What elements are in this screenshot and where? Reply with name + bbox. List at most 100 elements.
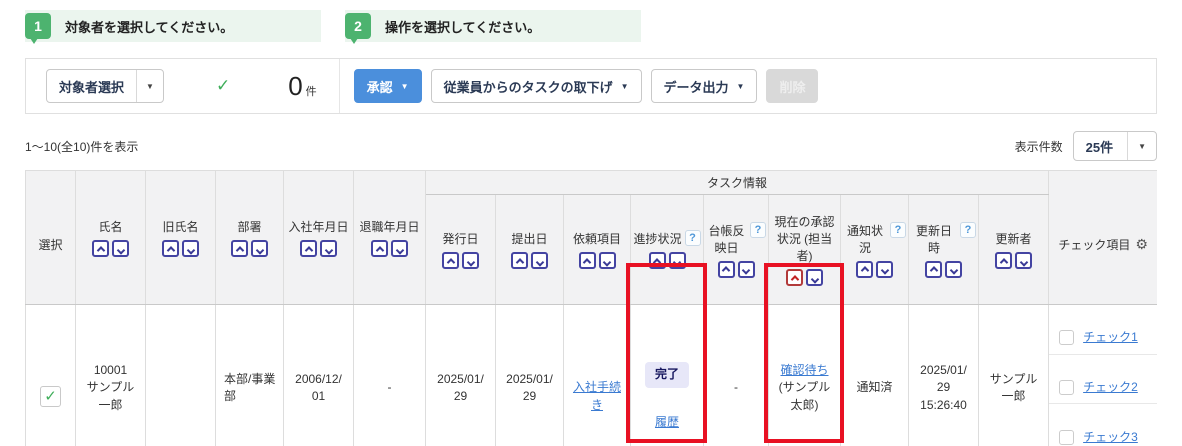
row-checkbox-checked[interactable]: ✓ [40,386,61,408]
old-name-cell [145,303,216,446]
sort-desc-button[interactable] [320,240,337,257]
sort-asc-button[interactable] [442,252,459,269]
approval-status-link[interactable]: 確認待ち [780,363,828,377]
sort-asc-button[interactable] [925,260,942,278]
per-page-dropdown[interactable]: 25件 ▼ [1072,131,1157,161]
help-icon[interactable]: ? [890,221,906,238]
chevron-down-icon: ▼ [1138,141,1146,151]
step-2-label: 操作を選択してください。 [385,19,541,35]
sort-desc-button[interactable] [668,252,686,269]
progress-status-cell: 完了 履歴 [630,303,704,446]
col-header-select: 選択 [25,170,76,305]
sort-asc-button[interactable] [578,252,596,269]
ledger-date-cell: - [703,303,769,446]
check-item: チェック2 [1049,372,1157,405]
result-summary: 1〜10(全10)件を表示 [25,139,139,154]
check-item: チェック1 [1049,322,1157,355]
chevron-down-icon: ▼ [400,81,409,91]
col-header-request-item: 依頼項目 [563,194,631,305]
approval-person: (サンプル 太郎) [778,380,831,412]
row-select-cell: ✓ [25,303,76,446]
check-item-checkbox[interactable] [1059,380,1075,396]
sort-desc-button[interactable] [251,240,268,257]
selected-count-number: 0 [288,70,303,101]
sort-desc-button[interactable] [182,240,199,257]
col-label-approval-status: 現在の承認状況 (担当者) [774,215,835,263]
toolbar-actions: 承認 ▼ 従業員からのタスクの取下げ ▼ データ出力 ▼ 削除 [353,69,819,103]
sort-asc-button[interactable] [92,240,109,257]
col-label-submit-date: 提出日 [511,232,548,246]
col-header-department: 部署 [215,170,284,305]
data-export-label: データ出力 [663,79,729,95]
check-item-link[interactable]: チェック2 [1083,379,1138,396]
check-item: チェック3 [1049,422,1157,446]
selected-count-unit: 件 [305,85,317,98]
col-header-name: 氏名 [75,170,146,305]
col-label-old-name: 旧氏名 [162,220,199,234]
col-header-progress-status: 進捗状況? [630,194,704,305]
task-table-wrapper: 選択 氏名 旧氏名 部署 入社年月日 退職年月日 タスク情報 チェック項目 ⚙ … [25,170,1157,446]
withdraw-task-button[interactable]: 従業員からのタスクの取下げ ▼ [430,69,642,103]
task-table: 選択 氏名 旧氏名 部署 入社年月日 退職年月日 タスク情報 チェック項目 ⚙ … [25,170,1157,446]
col-header-check-items: チェック項目 ⚙ [1048,170,1157,305]
sort-desc-button[interactable] [531,252,548,269]
sort-asc-button[interactable] [511,252,528,269]
chevron-down-icon: ▼ [146,81,154,91]
col-label-ledger-date: 台帳反映日 [708,223,745,255]
sort-desc-button[interactable] [112,240,129,257]
progress-status-badge: 完了 [644,362,689,388]
sort-asc-button[interactable] [162,240,179,257]
per-page-label: 表示件数 [1014,139,1063,154]
sort-asc-button[interactable] [300,240,317,257]
sort-desc-button[interactable] [876,260,893,278]
sort-desc-button[interactable] [462,252,479,269]
sort-desc-button[interactable] [1015,252,1033,269]
per-page-caret-box[interactable]: ▼ [1127,132,1156,160]
sort-asc-button-active[interactable] [786,269,803,286]
target-select-caret-box[interactable]: ▼ [136,70,163,102]
sort-desc-button[interactable] [391,240,408,257]
col-label-progress-status: 進捗状況 [633,232,682,246]
target-select-dropdown[interactable]: 対象者選択 ▼ [46,69,164,103]
sort-desc-button[interactable] [737,260,755,278]
selection-check-icon: ✓ [215,76,231,95]
check-item-checkbox[interactable] [1059,330,1075,346]
col-header-old-name: 旧氏名 [145,170,216,305]
col-header-issue-date: 発行日 [425,194,496,305]
gear-icon[interactable]: ⚙ [1135,236,1148,252]
sort-asc-button[interactable] [995,252,1013,269]
check-item-link[interactable]: チェック1 [1083,329,1138,346]
group-header-task-info: タスク情報 [424,170,1050,195]
sort-asc-button[interactable] [231,240,248,257]
sort-desc-button[interactable] [806,269,823,286]
issue-date-cell: 2025/01/ 29 [425,303,496,446]
table-row: ✓ 10001 サンプル 一郎 本部/事業 部 2006/12/ 01 - 20… [25,303,1157,446]
col-header-retirement-date: 退職年月日 [353,170,426,305]
target-select-label: 対象者選択 [59,79,125,95]
history-link[interactable]: 履歴 [655,415,679,429]
col-header-submit-date: 提出日 [495,194,564,305]
col-header-hire-date: 入社年月日 [283,170,354,305]
toolbar-divider [338,59,340,113]
help-icon[interactable]: ? [960,221,976,238]
step-1-label: 対象者を選択してください。 [65,19,234,35]
data-export-button[interactable]: データ出力 ▼ [650,69,758,103]
sort-asc-button[interactable] [371,240,388,257]
sort-asc-button[interactable] [648,252,666,269]
step-2-number-badge: 2 [345,13,371,44]
check-item-link[interactable]: チェック3 [1083,429,1138,446]
sort-asc-button[interactable] [856,260,873,278]
hire-date-cell: 2006/12/ 01 [283,303,354,446]
col-label-issue-date: 発行日 [442,232,479,246]
check-item-checkbox[interactable] [1059,430,1075,446]
sort-desc-button[interactable] [945,260,962,278]
sort-asc-button[interactable] [717,260,735,278]
chevron-down-icon: ▼ [736,81,745,91]
chevron-down-icon: ▼ [620,81,629,91]
help-icon[interactable]: ? [750,221,766,238]
request-item-link[interactable]: 入社手続 き [573,380,621,411]
help-icon[interactable]: ? [684,230,701,246]
delete-button: 削除 [766,69,819,103]
sort-desc-button[interactable] [598,252,616,269]
approve-button[interactable]: 承認 ▼ [353,69,422,103]
